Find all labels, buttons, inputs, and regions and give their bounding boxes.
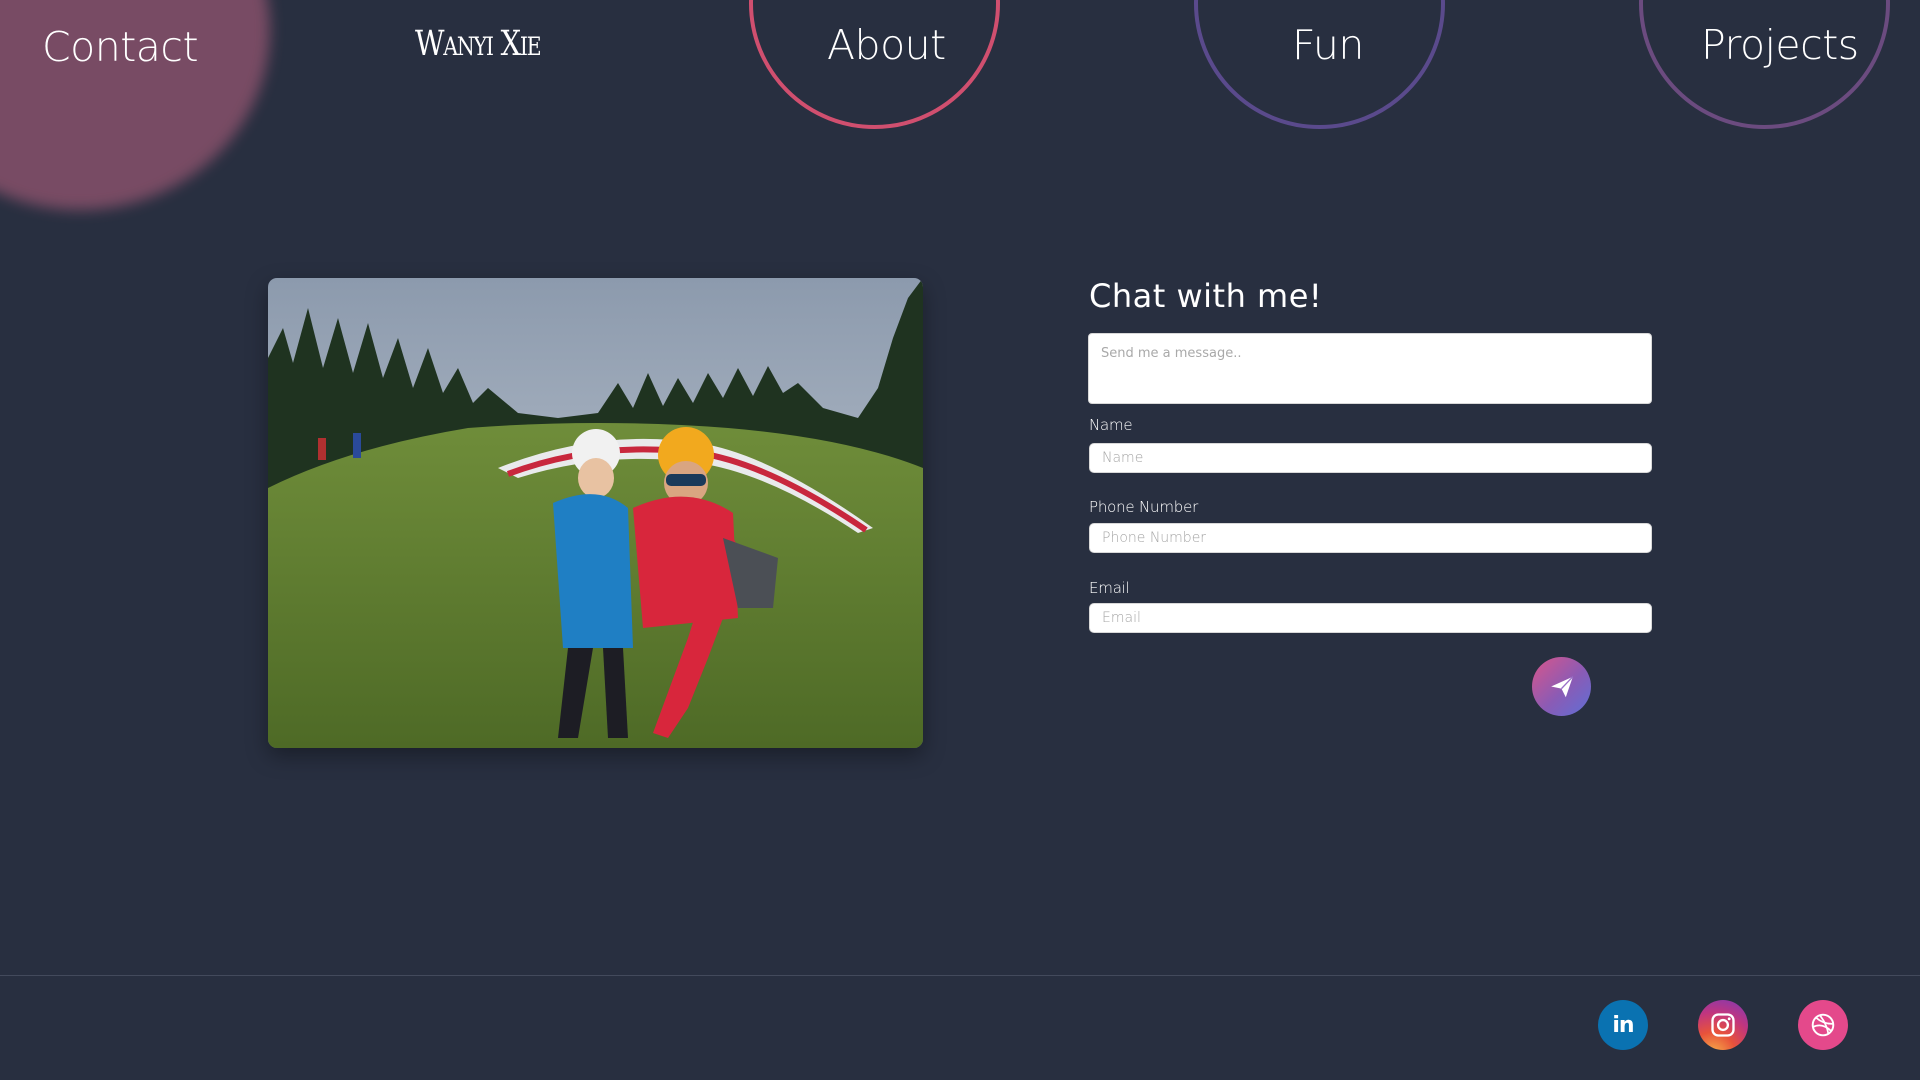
- linkedin-icon: in: [1612, 1012, 1634, 1038]
- linkedin-link[interactable]: in: [1598, 1000, 1648, 1050]
- name-input[interactable]: [1089, 443, 1652, 473]
- instagram-link[interactable]: [1698, 1000, 1748, 1050]
- footer-divider: [0, 975, 1920, 976]
- dribbble-icon: [1811, 1013, 1835, 1037]
- paper-plane-icon: [1550, 675, 1573, 697]
- phone-input[interactable]: [1089, 523, 1652, 553]
- paragliding-photo: [268, 278, 923, 748]
- send-button[interactable]: [1532, 657, 1591, 716]
- nav-projects-link[interactable]: Projects: [1701, 21, 1859, 69]
- site-brand[interactable]: Wanyi Xie: [415, 24, 542, 64]
- message-textarea[interactable]: [1088, 333, 1652, 404]
- nav-contact-link[interactable]: Contact: [42, 23, 199, 71]
- photo-illustration: [268, 278, 923, 748]
- dribbble-link[interactable]: [1798, 1000, 1848, 1050]
- name-label: Name: [1089, 416, 1133, 434]
- nav-about-link[interactable]: About: [827, 21, 946, 69]
- page: Contact Wanyi Xie About Fun Projects Cha…: [0, 0, 1920, 1080]
- email-input[interactable]: [1089, 603, 1652, 633]
- phone-label: Phone Number: [1089, 498, 1199, 516]
- nav-fun-link[interactable]: Fun: [1292, 21, 1364, 69]
- email-label: Email: [1089, 579, 1130, 597]
- chat-title: Chat with me!: [1089, 277, 1323, 315]
- instagram-icon: [1711, 1013, 1735, 1037]
